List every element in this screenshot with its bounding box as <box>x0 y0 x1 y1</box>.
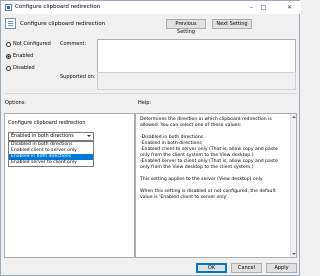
dropdown-option[interactable]: Enabled server to client only <box>9 160 93 166</box>
radio-disabled-label: Disabled <box>13 65 35 71</box>
previous-setting-button[interactable]: Previous Setting <box>166 19 206 35</box>
help-text: Determines the direction in which clipbo… <box>140 117 278 200</box>
options-pane: Configure clipboard redirection Enabled … <box>4 113 135 258</box>
cancel-button[interactable]: Cancel <box>231 263 262 273</box>
help-heading: Help: <box>138 100 152 106</box>
radio-not-configured[interactable]: Not Configured <box>6 41 51 47</box>
divider <box>5 93 297 94</box>
dialog-window: Configure clipboard redirection – □ ✕ Co… <box>0 0 301 276</box>
help-scrollbar[interactable] <box>290 114 296 257</box>
comment-field[interactable] <box>97 39 296 73</box>
setting-title: Configure clipboard redirection <box>20 21 106 27</box>
ok-button[interactable]: OK <box>196 263 227 273</box>
radio-enabled-dot[interactable] <box>6 53 11 59</box>
supported-on-label: Supported on: <box>60 74 96 80</box>
help-pane: Determines the direction in which clipbo… <box>135 113 297 258</box>
redirection-dropdown-list: Disabled in both directions Enabled clie… <box>8 141 94 167</box>
radio-not-configured-dot[interactable] <box>6 41 11 47</box>
maximize-icon[interactable]: □ <box>259 3 268 12</box>
scroll-down-icon[interactable] <box>292 253 296 255</box>
scroll-up-icon[interactable] <box>292 116 296 118</box>
radio-enabled-label: Enabled <box>13 53 34 59</box>
radio-enabled[interactable]: Enabled <box>6 53 33 59</box>
comment-label: Comment: <box>60 41 87 47</box>
redirection-select-value: Enabled in both directions <box>11 134 74 139</box>
policy-icon <box>5 4 12 11</box>
radio-disabled-dot[interactable] <box>6 65 11 71</box>
window-title: Configure clipboard redirection <box>15 4 101 10</box>
radio-not-configured-label: Not Configured <box>13 41 51 47</box>
radio-disabled[interactable]: Disabled <box>6 65 35 71</box>
option-setting-label: Configure clipboard redirection <box>8 120 86 126</box>
redirection-select[interactable]: Enabled in both directions <box>8 132 94 141</box>
close-icon[interactable]: ✕ <box>285 3 294 12</box>
apply-button[interactable]: Apply <box>266 263 297 273</box>
options-heading: Options: <box>5 100 26 106</box>
title-bar: Configure clipboard redirection – □ ✕ <box>1 1 301 14</box>
chevron-down-icon[interactable] <box>87 135 91 137</box>
minimize-icon[interactable]: – <box>247 3 256 12</box>
next-setting-button[interactable]: Next Setting <box>212 19 252 29</box>
supported-on-field <box>97 72 296 90</box>
setting-icon <box>5 18 16 29</box>
